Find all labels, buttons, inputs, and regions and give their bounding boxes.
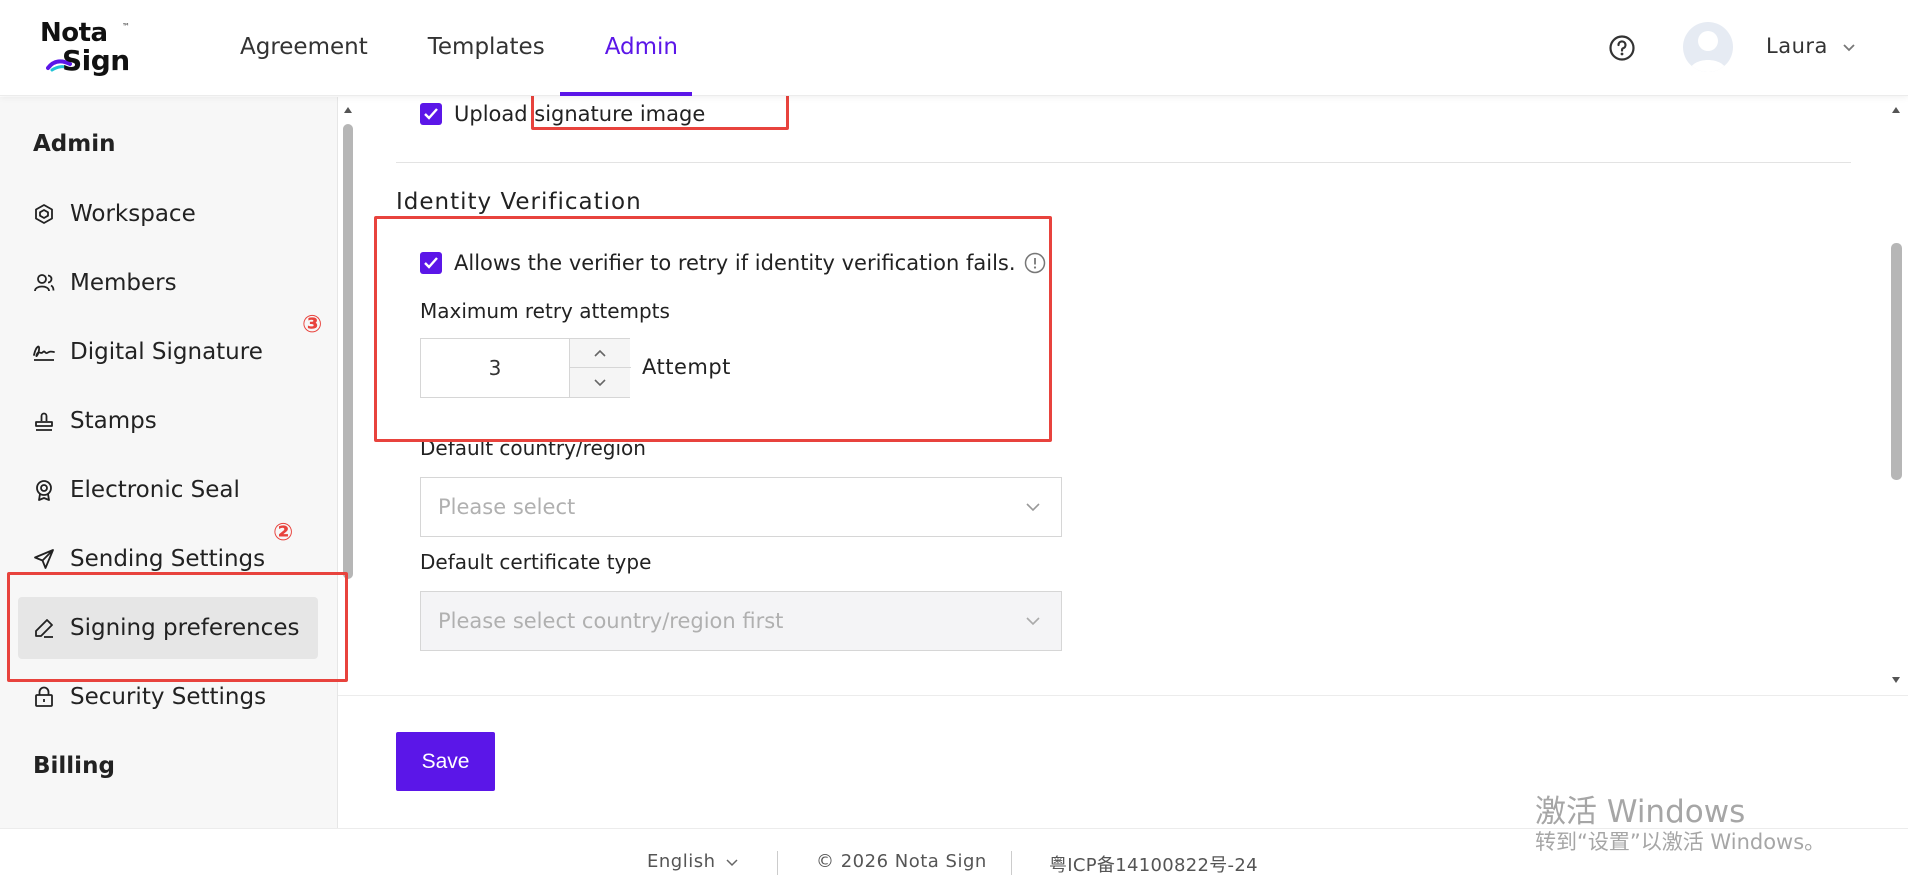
certificate-type-label: Default certificate type xyxy=(420,550,652,574)
main-nav: Agreement Templates Admin xyxy=(240,0,738,96)
sidebar-item-label: Sending Settings xyxy=(70,546,266,572)
send-icon xyxy=(34,549,54,569)
chevron-down-icon xyxy=(725,859,738,867)
section-divider xyxy=(396,162,1851,163)
content-scrollbar[interactable] xyxy=(1891,243,1902,480)
windows-activation-hint: 转到“设置”以激活 Windows。 xyxy=(1535,830,1826,854)
footer-divider xyxy=(777,851,778,875)
nav-agreement[interactable]: Agreement xyxy=(240,0,368,96)
certificate-type-select: Please select country/region first xyxy=(420,591,1062,651)
signature-icon xyxy=(33,345,55,361)
user-avatar-icon xyxy=(1689,31,1727,72)
logo-trademark: ™ xyxy=(122,22,130,31)
lock-icon xyxy=(35,686,53,707)
sidebar-item-label: Workspace xyxy=(70,201,196,227)
annotation-number-2: ② xyxy=(273,518,294,546)
user-name[interactable]: Laura xyxy=(1766,34,1828,58)
sidebar-item-billing-partial[interactable] xyxy=(18,805,318,828)
content-scroll-down-icon[interactable] xyxy=(1891,676,1901,684)
logo-text-sign: Sign xyxy=(62,44,130,77)
admin-sidebar: Admin Workspace Members Digital Signatur… xyxy=(0,97,338,828)
sidebar-item-workspace[interactable]: Workspace xyxy=(18,183,318,245)
windows-activation-title: 激活 Windows xyxy=(1535,794,1746,830)
sidebar-item-label: Digital Signature xyxy=(70,339,263,365)
sidebar-item-members[interactable]: Members xyxy=(18,252,318,314)
sidebar-section-admin: Admin xyxy=(33,131,116,157)
sidebar-item-electronic-seal[interactable]: Electronic Seal xyxy=(18,459,318,521)
chevron-down-icon[interactable] xyxy=(1842,42,1856,52)
check-icon xyxy=(424,108,438,120)
annotation-number-3: ③ xyxy=(302,310,323,338)
language-label: English xyxy=(647,851,716,872)
help-icon[interactable] xyxy=(1608,34,1636,62)
nav-templates[interactable]: Templates xyxy=(428,0,545,96)
language-selector[interactable]: English xyxy=(647,851,738,872)
members-icon xyxy=(34,274,55,292)
annotation-box-3 xyxy=(374,216,1052,442)
certificate-type-placeholder: Please select country/region first xyxy=(438,609,784,633)
save-button[interactable]: Save xyxy=(396,732,495,791)
seal-icon xyxy=(36,480,52,501)
workspace-icon xyxy=(35,204,53,224)
identity-verification-title: Identity Verification xyxy=(396,189,642,215)
annotation-box-2 xyxy=(7,572,348,682)
sidebar-section-billing: Billing xyxy=(33,753,115,779)
chevron-down-icon xyxy=(1026,503,1040,512)
nota-sign-logo[interactable]: Nota ™ Sign xyxy=(38,18,148,78)
top-header: Nota ™ Sign Agreement Templates Admin La… xyxy=(0,0,1908,96)
nav-active-underline xyxy=(560,92,692,96)
sidebar-item-label: Members xyxy=(70,270,177,296)
chevron-down-icon xyxy=(1026,617,1040,626)
copyright-text: © 2026 Nota Sign xyxy=(816,851,987,872)
country-region-select[interactable]: Please select xyxy=(420,477,1062,537)
sidebar-item-label: Stamps xyxy=(70,408,157,434)
country-region-placeholder: Please select xyxy=(438,495,576,519)
sidebar-scrollbar[interactable] xyxy=(343,124,353,579)
sidebar-scroll-up-icon[interactable] xyxy=(343,106,353,114)
content-scroll-up-icon[interactable] xyxy=(1891,106,1901,114)
avatar[interactable] xyxy=(1683,22,1733,72)
upload-signature-checkbox[interactable] xyxy=(420,103,442,125)
footer-divider xyxy=(1011,851,1012,875)
nav-admin[interactable]: Admin xyxy=(605,0,678,96)
sidebar-item-stamps[interactable]: Stamps xyxy=(18,390,318,452)
sidebar-item-label: Electronic Seal xyxy=(70,477,240,503)
stamp-icon xyxy=(35,412,53,431)
sidebar-item-digital-signature[interactable]: Digital Signature xyxy=(18,321,318,383)
sidebar-item-label: Security Settings xyxy=(70,684,267,710)
icp-license-link[interactable]: 粤ICP备14100822号-24 xyxy=(1049,851,1258,877)
